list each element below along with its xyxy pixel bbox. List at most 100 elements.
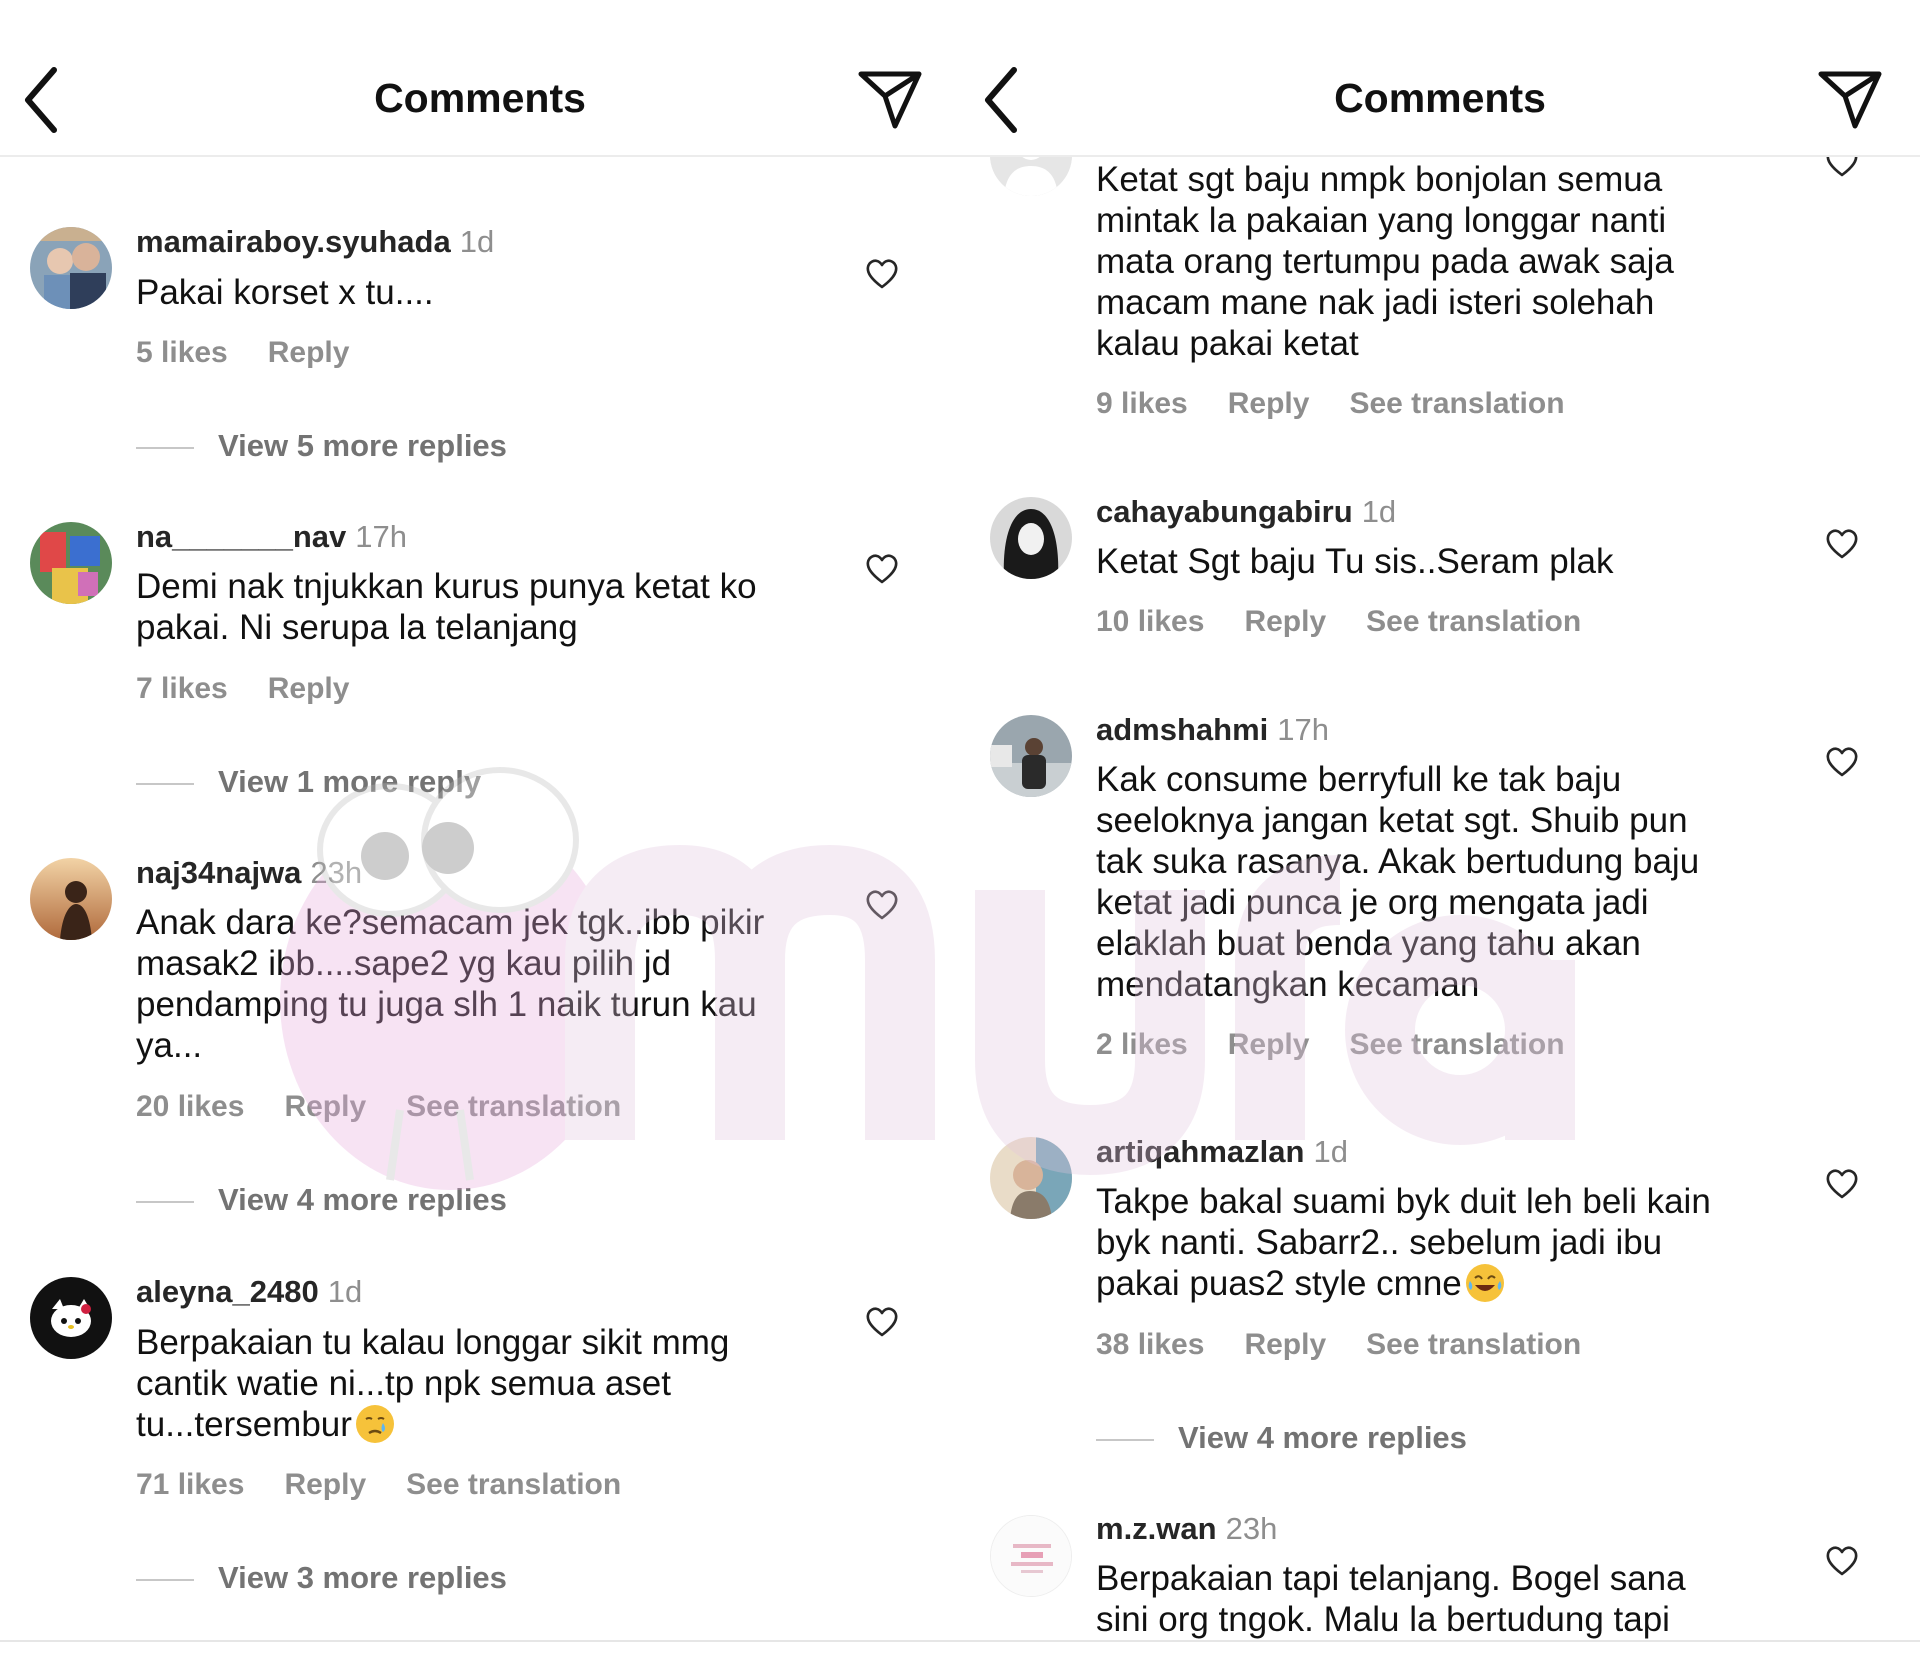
likes-count[interactable]: 2 likes [1096,1028,1188,1061]
comment-username[interactable]: admshahmi 17h [1096,712,1329,748]
comment-time: 17h [1277,712,1330,747]
see-translation-button[interactable]: See translation [1349,1028,1564,1061]
heart-outline-icon [1826,747,1858,777]
reply-button[interactable]: Reply [284,1090,366,1123]
heart-outline-icon [866,890,898,920]
comment-username[interactable]: artiqahmazlan 1d [1096,1134,1348,1170]
reply-button[interactable]: Reply [1228,1028,1310,1061]
likes-count[interactable]: 5 likes [136,336,228,369]
see-translation-button[interactable]: See translation [1349,387,1564,420]
see-translation-button[interactable]: See translation [406,1090,621,1123]
replies-line [1096,1438,1154,1441]
like-button[interactable] [865,553,899,585]
replies-line [136,1578,194,1581]
paper-plane-icon [1818,71,1882,129]
heart-outline-icon [1826,1546,1858,1576]
replies-line [136,446,194,449]
reply-button[interactable]: Reply [284,1468,366,1501]
see-translation-button[interactable]: See translation [1366,1328,1581,1361]
avatar[interactable] [30,1277,112,1359]
avatar[interactable] [990,1515,1072,1597]
comment-text: Anak dara ke?semacam jek tgk..ibb pikir … [136,903,765,1065]
like-button[interactable] [1825,1168,1859,1200]
comment-text: Takpe bakal suami byk duit leh beli kain… [1096,1182,1711,1303]
heart-outline-icon [866,259,898,289]
likes-count[interactable]: 38 likes [1096,1328,1204,1361]
right-comments-screen: Ketat sgt baju nmpk bonjolan semua minta… [960,0,1920,1661]
comment-actions: 71 likes Reply See translation [136,1468,661,1502]
avatar[interactable] [30,227,112,309]
comment-actions: 38 likes Reply See translation [1096,1328,1621,1362]
view-replies-button[interactable]: View 1 more reply [136,764,481,800]
comment-text: Ketat Sgt baju Tu sis..Seram plak [1096,542,1614,581]
comment-time: 23h [1225,1511,1278,1546]
likes-count[interactable]: 20 likes [136,1090,244,1123]
comment-time: 1d [1361,494,1397,529]
likes-count[interactable]: 10 likes [1096,605,1204,638]
avatar[interactable] [990,497,1072,579]
comment-actions: 2 likes Reply See translation [1096,1028,1605,1062]
comment-text: Kak consume berryfull ke tak baju seelok… [1096,760,1700,1004]
paper-plane-icon [858,71,922,129]
view-replies-button[interactable]: View 5 more replies [136,428,507,464]
heart-outline-icon [1826,529,1858,559]
header-divider [0,155,960,157]
view-replies-button[interactable]: View 3 more replies [136,1560,507,1596]
comment-username[interactable]: na_______nav 17h [136,519,407,555]
left-comments-screen: Comments mamairaboy.syuhada 1d Pakai kors… [0,0,960,1661]
like-button[interactable] [1825,528,1859,560]
share-button[interactable] [1815,68,1885,132]
comment-actions: 20 likes Reply See translation [136,1090,661,1124]
comment-actions: 9 likes Reply See translation [1096,387,1605,421]
comment-actions: 7 likes Reply [136,672,389,706]
reply-button[interactable]: Reply [1228,387,1310,420]
like-button[interactable] [1825,746,1859,778]
comment-time: 1d [1313,1134,1348,1169]
like-button[interactable] [865,258,899,290]
comment-text: Ketat sgt baju nmpk bonjolan semua minta… [1096,160,1674,363]
heart-outline-icon [1826,1169,1858,1199]
see-translation-button[interactable]: See translation [406,1468,621,1501]
comment-actions: 10 likes Reply See translation [1096,605,1621,639]
see-translation-button[interactable]: See translation [1366,605,1581,638]
avatar[interactable] [990,715,1072,797]
likes-count[interactable]: 9 likes [1096,387,1188,420]
page-title: Comments [374,75,586,121]
comment-time: 23h [310,855,363,890]
comments-header: Comments [960,40,1920,156]
share-button[interactable] [855,68,925,132]
replies-line [136,1200,194,1203]
comment-time: 17h [355,519,408,554]
comment-username[interactable]: m.z.wan 23h [1096,1511,1277,1547]
reply-button[interactable]: Reply [1244,605,1326,638]
comments-header: Comments [0,40,960,156]
like-button[interactable] [865,889,899,921]
replies-line [136,782,194,785]
comment-text: Demi nak tnjukkan kurus punya ketat ko p… [136,567,757,647]
comment-username[interactable]: cahayabungabiru 1d [1096,494,1396,530]
comment-time: 1d [327,1274,363,1309]
view-replies-button[interactable]: View 4 more replies [136,1182,507,1218]
likes-count[interactable]: 7 likes [136,672,228,705]
likes-count[interactable]: 71 likes [136,1468,244,1501]
comment-actions: 5 likes Reply [136,336,389,370]
comment-text: Berpakaian tapi telanjang. Bogel sana si… [1096,1559,1686,1639]
heart-outline-icon [866,554,898,584]
avatar[interactable] [30,522,112,604]
reply-button[interactable]: Reply [268,336,350,369]
comment-username[interactable]: naj34najwa 23h [136,855,362,891]
comment-text: Pakai korset x tu.... [136,273,434,312]
view-replies-button[interactable]: View 4 more replies [1096,1420,1467,1456]
comment-username[interactable]: aleyna_2480 1d [136,1274,362,1310]
avatar[interactable] [30,858,112,940]
crying-face-icon [355,1405,394,1443]
comment-text: Berpakaian tu kalau longgar sikit mmg can… [136,1323,730,1444]
avatar[interactable] [990,1137,1072,1219]
comment-username[interactable]: mamairaboy.syuhada 1d [136,224,494,260]
reply-button[interactable]: Reply [268,672,350,705]
page-title: Comments [1334,75,1546,121]
header-divider [960,155,1920,157]
reply-button[interactable]: Reply [1244,1328,1326,1361]
like-button[interactable] [865,1306,899,1338]
like-button[interactable] [1825,1545,1859,1577]
